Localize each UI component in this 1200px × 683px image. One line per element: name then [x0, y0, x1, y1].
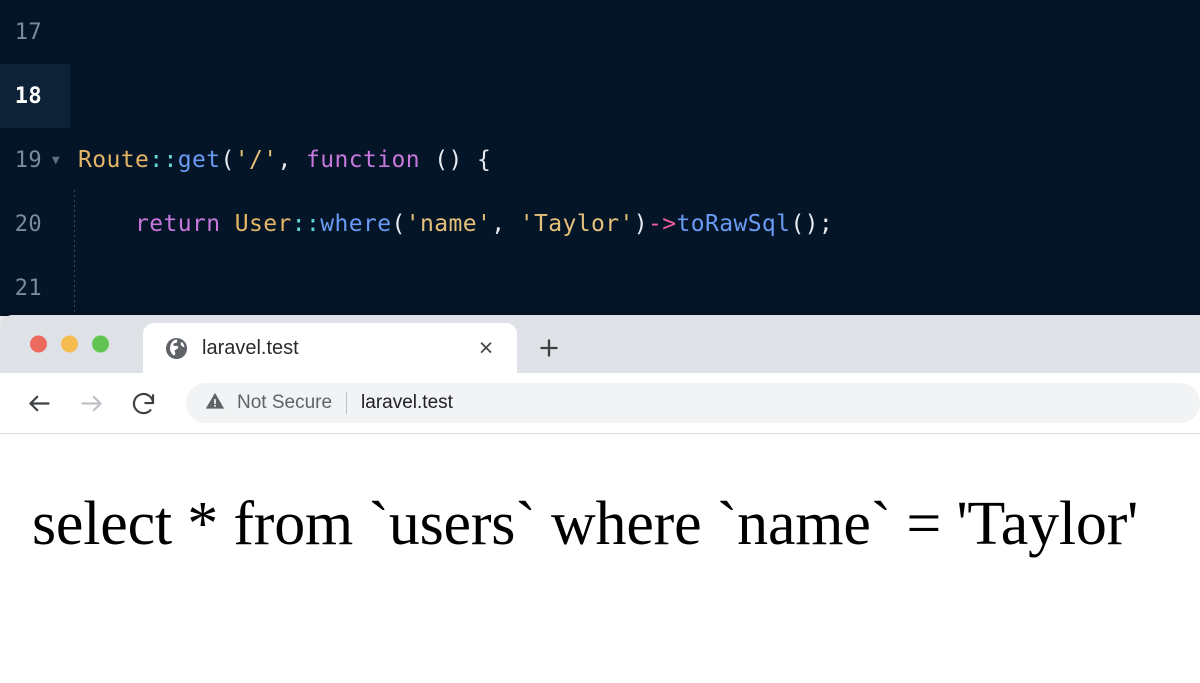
page-viewport: select * from `users` where `name` = 'Ta…: [0, 434, 1200, 683]
code-token: function: [306, 147, 420, 173]
code-token: ::: [291, 211, 321, 237]
sql-output-text: select * from `users` where `name` = 'Ta…: [32, 490, 1139, 558]
code-token: User: [234, 211, 292, 237]
code-token: 'Taylor': [519, 211, 634, 237]
code-token: (: [391, 211, 406, 237]
security-label: Not Secure: [237, 392, 333, 413]
code-line[interactable]: 17: [0, 0, 1200, 64]
warning-triangle-icon: [204, 390, 226, 417]
code-editor-pane: 17 18 19 ▼ Route::get('/', function () {20 r…: [0, 0, 1200, 316]
code-line[interactable]: 18: [0, 64, 1200, 128]
security-indicator[interactable]: Not Secure: [204, 390, 332, 417]
browser-tab-strip: laravel.test ×: [0, 315, 1200, 373]
code-token: ): [633, 211, 648, 237]
close-window-button[interactable]: [30, 335, 47, 353]
code-token: ,: [491, 211, 520, 237]
code-token: 'name': [405, 211, 492, 237]
close-icon[interactable]: ×: [473, 335, 499, 361]
code-token: ->: [647, 211, 677, 237]
code-token: () {: [419, 147, 492, 173]
code-token: (: [220, 147, 235, 173]
browser-window: laravel.test × Not Secure laravel.test s…: [0, 315, 1200, 683]
address-bar[interactable]: Not Secure laravel.test: [186, 383, 1200, 423]
code-token: '/': [234, 147, 278, 173]
code-token: Route: [78, 147, 150, 173]
code-line[interactable]: 19 ▼ Route::get('/', function () {: [0, 128, 1200, 192]
window-traffic-lights: [30, 335, 109, 353]
code-token: get: [177, 147, 221, 173]
screenshot-root: 17 18 19 ▼ Route::get('/', function () {20 r…: [0, 0, 1200, 683]
browser-toolbar: Not Secure laravel.test: [0, 373, 1200, 434]
code-token: ,: [277, 147, 306, 173]
browser-tab[interactable]: laravel.test ×: [143, 323, 517, 373]
code-token: ();: [790, 211, 834, 237]
code-token: ::: [149, 147, 178, 173]
minimize-window-button[interactable]: [61, 335, 78, 353]
line-number: 19: [14, 147, 42, 173]
omnibox-divider: [346, 392, 348, 414]
reload-button[interactable]: [122, 382, 164, 424]
globe-icon: [164, 336, 188, 360]
line-number: 20: [14, 211, 42, 237]
new-tab-button[interactable]: [532, 331, 566, 365]
code-text: Route::get('/', function () {: [70, 147, 491, 173]
line-number: 18: [14, 83, 42, 109]
tab-title: laravel.test: [202, 336, 299, 359]
line-number: 17: [14, 19, 42, 45]
code-line[interactable]: 21: [0, 256, 1200, 316]
code-lines-container: 17 18 19 ▼ Route::get('/', function () {20 r…: [0, 0, 1200, 316]
back-button[interactable]: [18, 382, 60, 424]
code-text: return User::where('name', 'Taylor')->to…: [70, 211, 833, 237]
code-token: where: [320, 211, 392, 237]
code-line[interactable]: 20 return User::where('name', 'Taylor')-…: [0, 192, 1200, 256]
url-text: laravel.test: [361, 392, 453, 413]
maximize-window-button[interactable]: [92, 335, 109, 353]
line-number: 21: [14, 275, 42, 301]
code-token: toRawSql: [676, 211, 791, 237]
fold-arrow-icon[interactable]: ▼: [42, 153, 70, 168]
code-token: return: [135, 211, 221, 237]
forward-button[interactable]: [70, 382, 112, 424]
